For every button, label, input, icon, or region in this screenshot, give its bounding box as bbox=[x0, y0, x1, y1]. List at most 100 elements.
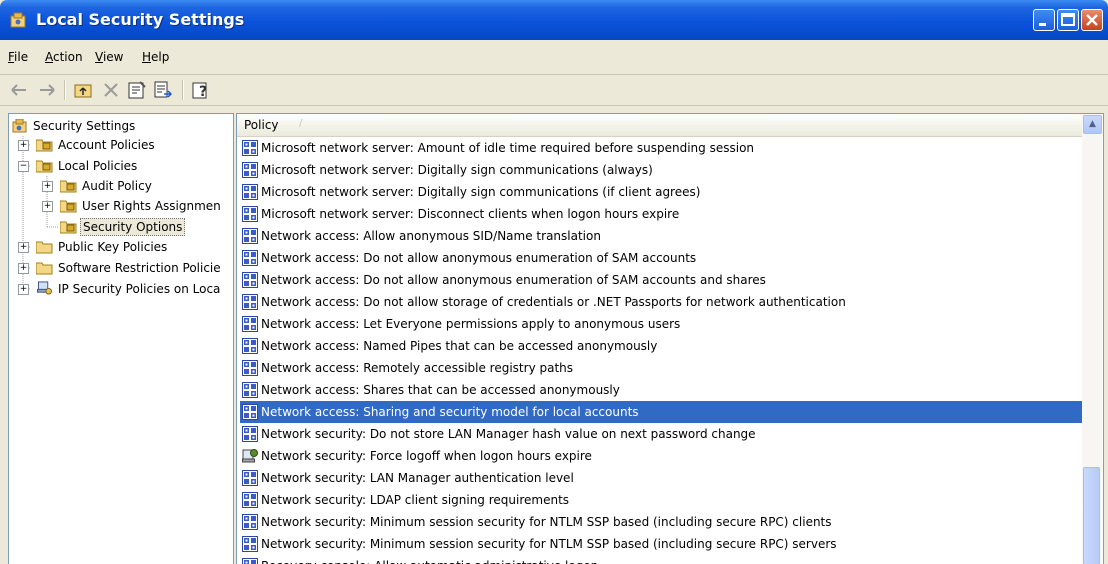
ip-security-icon bbox=[37, 281, 52, 295]
policy-row[interactable]: Network security: Do not store LAN Manag… bbox=[240, 423, 1082, 445]
policy-name: Network security: Minimum session securi… bbox=[261, 537, 837, 551]
policy-setting-icon bbox=[242, 140, 258, 156]
policy-row[interactable]: Network access: Do not allow storage of … bbox=[240, 291, 1082, 313]
help-button[interactable]: ? bbox=[190, 79, 212, 101]
policy-setting-icon bbox=[242, 404, 258, 420]
delete-button[interactable] bbox=[100, 79, 122, 101]
delete-icon bbox=[104, 83, 118, 97]
policy-setting-icon bbox=[242, 426, 258, 442]
tree-item-label: Security Settings bbox=[33, 119, 136, 133]
local-security-settings-window: Local Security Settings File Action View… bbox=[0, 0, 1108, 564]
window-title: Local Security Settings bbox=[36, 10, 245, 29]
minimize-button[interactable] bbox=[1033, 9, 1055, 31]
properties-icon bbox=[128, 81, 146, 99]
vertical-scrollbar[interactable]: ▲ bbox=[1082, 114, 1102, 564]
policy-name: Network access: Named Pipes that can be … bbox=[261, 339, 658, 353]
policy-row[interactable]: Network security: Minimum session securi… bbox=[240, 511, 1082, 533]
policy-name: Microsoft network server: Disconnect cli… bbox=[261, 207, 680, 221]
policy-name: Microsoft network server: Digitally sign… bbox=[261, 185, 701, 199]
logoff-policy-icon bbox=[242, 448, 258, 464]
maximize-button[interactable] bbox=[1057, 9, 1079, 31]
tree-item-label: Security Options bbox=[80, 218, 186, 236]
scroll-up-button[interactable]: ▲ bbox=[1083, 115, 1102, 134]
expand-account-policies[interactable]: + bbox=[18, 140, 29, 151]
policy-setting-icon bbox=[242, 294, 258, 310]
tree-item-label: Public Key Policies bbox=[58, 240, 168, 254]
policy-setting-icon bbox=[242, 514, 258, 530]
menu-bar: File Action View Help bbox=[0, 40, 1108, 75]
policy-row[interactable]: Recovery console: Allow automatic admini… bbox=[240, 555, 1082, 564]
policy-name: Network access: Do not allow storage of … bbox=[261, 295, 846, 309]
policy-row[interactable]: Network access: Remotely accessible regi… bbox=[240, 357, 1082, 379]
policy-row[interactable]: Network security: Minimum session securi… bbox=[240, 533, 1082, 555]
policy-name: Network security: Force logoff when logo… bbox=[261, 449, 592, 463]
policy-row[interactable]: Microsoft network server: Digitally sign… bbox=[240, 181, 1082, 203]
policy-row[interactable]: Network access: Let Everyone permissions… bbox=[240, 313, 1082, 335]
policy-row[interactable]: Network security: LDAP client signing re… bbox=[240, 489, 1082, 511]
policy-setting-icon bbox=[242, 228, 258, 244]
close-button[interactable] bbox=[1081, 9, 1103, 31]
security-settings-icon bbox=[12, 119, 27, 133]
menu-file[interactable]: File bbox=[8, 50, 28, 64]
policy-row[interactable]: Network access: Sharing and security mod… bbox=[240, 401, 1082, 423]
toolbar: ? bbox=[0, 75, 1108, 106]
policy-setting-icon bbox=[242, 162, 258, 178]
menu-view[interactable]: View bbox=[95, 50, 123, 64]
help-icon: ? bbox=[192, 82, 207, 100]
expand-software-restriction[interactable]: + bbox=[18, 263, 29, 274]
policy-name: Network security: Do not store LAN Manag… bbox=[261, 427, 756, 441]
policy-name: Network access: Sharing and security mod… bbox=[261, 405, 639, 419]
tree-item-label: Local Policies bbox=[58, 159, 138, 173]
policy-setting-icon bbox=[242, 250, 258, 266]
tree-item-label: User Rights Assignmen bbox=[82, 199, 221, 213]
menu-action[interactable]: Action bbox=[45, 50, 83, 64]
policy-row[interactable]: Network security: Force logoff when logo… bbox=[240, 445, 1082, 467]
policy-name: Network security: Minimum session securi… bbox=[261, 515, 832, 529]
svg-text:?: ? bbox=[199, 84, 207, 100]
policy-row[interactable]: Microsoft network server: Disconnect cli… bbox=[240, 203, 1082, 225]
expand-user-rights[interactable]: + bbox=[42, 201, 53, 212]
folder-icon bbox=[36, 241, 53, 254]
policy-name: Network access: Do not allow anonymous e… bbox=[261, 273, 766, 287]
policy-name: Recovery console: Allow automatic admini… bbox=[261, 555, 598, 564]
policy-setting-icon bbox=[242, 184, 258, 200]
collapse-local-policies[interactable]: − bbox=[18, 161, 29, 172]
policy-row[interactable]: Network access: Do not allow anonymous e… bbox=[240, 269, 1082, 291]
minimize-icon bbox=[1039, 23, 1046, 26]
menu-help[interactable]: Help bbox=[142, 50, 169, 64]
policy-row[interactable]: Microsoft network server: Amount of idle… bbox=[240, 137, 1082, 159]
column-header-label: Policy bbox=[244, 118, 279, 132]
export-list-button[interactable] bbox=[152, 79, 174, 101]
column-header-policy[interactable]: Policy / bbox=[237, 114, 1082, 137]
toolbar-separator bbox=[182, 80, 184, 100]
policy-row[interactable]: Microsoft network server: Digitally sign… bbox=[240, 159, 1082, 181]
policy-name: Network access: Remotely accessible regi… bbox=[261, 361, 574, 375]
title-bar[interactable]: Local Security Settings bbox=[0, 0, 1108, 40]
policy-list-pane[interactable]: Policy / Microsoft network server: Amoun… bbox=[236, 113, 1104, 564]
scrollbar-thumb[interactable] bbox=[1083, 467, 1100, 564]
tree-item-label: Account Policies bbox=[58, 138, 155, 152]
policy-setting-icon bbox=[242, 470, 258, 486]
back-arrow-icon bbox=[11, 84, 26, 96]
policy-row[interactable]: Network security: LAN Manager authentica… bbox=[240, 467, 1082, 489]
policy-folder-icon bbox=[36, 139, 53, 152]
expand-audit-policy[interactable]: + bbox=[42, 181, 53, 192]
policy-row[interactable]: Network access: Shares that can be acces… bbox=[240, 379, 1082, 401]
policy-row[interactable]: Network access: Do not allow anonymous e… bbox=[240, 247, 1082, 269]
properties-button[interactable] bbox=[126, 79, 148, 101]
folder-icon bbox=[36, 262, 53, 275]
back-button[interactable] bbox=[8, 79, 30, 101]
expand-ip-security[interactable]: + bbox=[18, 284, 29, 295]
up-folder-icon bbox=[74, 84, 92, 98]
tree-item-label: Software Restriction Policie bbox=[58, 261, 221, 275]
policy-setting-icon bbox=[242, 272, 258, 288]
policy-row[interactable]: Network access: Allow anonymous SID/Name… bbox=[240, 225, 1082, 247]
policy-setting-icon bbox=[242, 492, 258, 508]
policy-row[interactable]: Network access: Named Pipes that can be … bbox=[240, 335, 1082, 357]
up-one-level-button[interactable] bbox=[72, 79, 94, 101]
forward-button[interactable] bbox=[36, 79, 58, 101]
tree-item-label: IP Security Policies on Loca bbox=[58, 282, 221, 296]
expand-public-key[interactable]: + bbox=[18, 242, 29, 253]
tree-pane[interactable]: Security Settings + Account Policies − L… bbox=[8, 113, 234, 564]
security-settings-app-icon[interactable] bbox=[10, 12, 28, 28]
